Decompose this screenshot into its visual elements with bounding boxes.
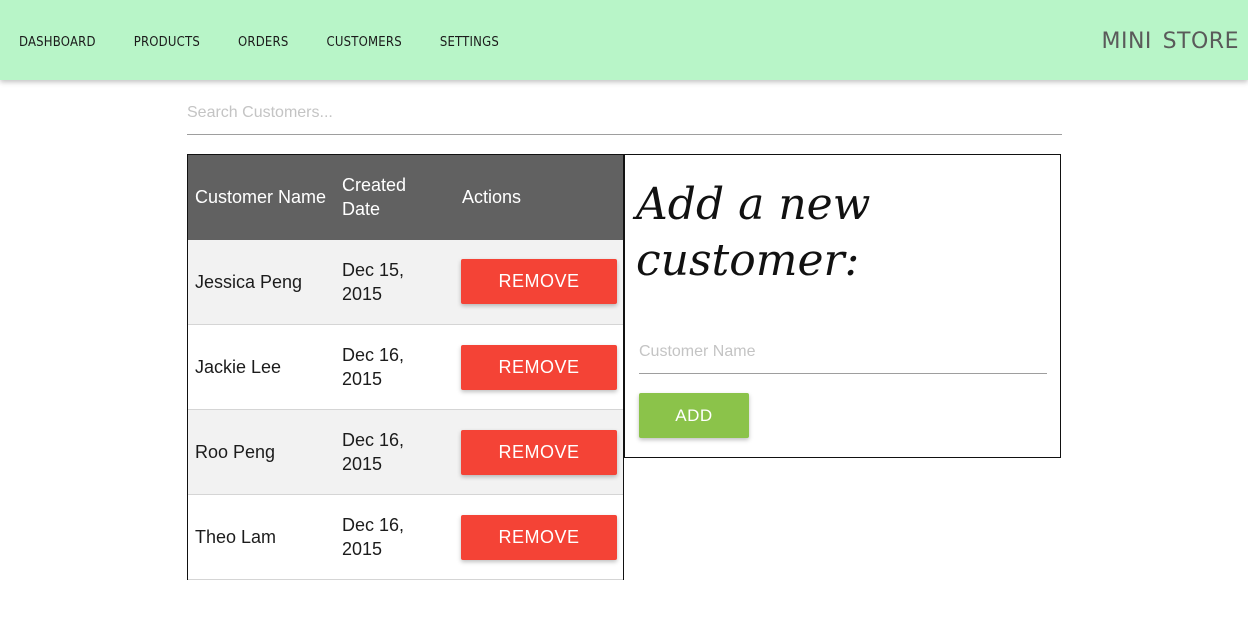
search-field [187,92,1062,135]
add-button[interactable]: ADD [639,393,749,438]
search-input[interactable] [187,92,1062,134]
remove-button[interactable]: REMOVE [461,429,617,475]
header-customer-name: Customer Name [195,187,327,208]
actions-cell: REMOVE [455,410,623,495]
add-customer-title: Add a new customer: [636,179,871,286]
created-date: Dec 16, 2015 [342,515,405,559]
customer-name-field [639,330,1047,374]
nav-orders[interactable]: Orders [238,29,288,51]
remove-button[interactable]: REMOVE [461,344,617,390]
customer-name-input[interactable] [639,330,1047,373]
table-row: Roo Peng Dec 16, 2015 REMOVE [188,409,623,495]
header-actions: Actions [462,187,522,208]
created-date: Dec 15, 2015 [342,259,405,304]
actions-cell: REMOVE [455,240,623,325]
nav-products[interactable]: Products [134,29,200,51]
nav-links: Dashboard Products Orders Customers Sett… [19,0,537,80]
header-created-date: Created Date [342,175,407,220]
customer-name: Roo Peng [195,442,276,462]
table-header-row: Customer Name Created Date Actions [188,154,623,240]
add-customer-panel: Add a new customer: ADD [624,154,1061,458]
remove-button[interactable]: REMOVE [461,259,617,305]
actions-cell: REMOVE [455,495,623,580]
brand-logo[interactable]: Mini Store [1102,18,1240,56]
table-row: Theo Lam Dec 16, 2015 REMOVE [188,494,623,580]
customer-name: Theo Lam [195,527,277,547]
nav-customers[interactable]: Customers [326,29,401,51]
table-row: Jessica Peng Dec 15, 2015 REMOVE [188,239,623,325]
table-row: Jackie Lee Dec 16, 2015 REMOVE [188,324,623,410]
top-navbar: Dashboard Products Orders Customers Sett… [0,0,1248,80]
created-date: Dec 16, 2015 [342,345,405,389]
actions-cell: REMOVE [455,325,623,410]
remove-button[interactable]: REMOVE [461,514,617,560]
customer-name: Jessica Peng [195,271,303,292]
nav-dashboard[interactable]: Dashboard [19,29,96,51]
created-date: Dec 16, 2015 [342,430,405,474]
nav-settings[interactable]: Settings [440,29,499,51]
customers-table-container: Customer Name Created Date Actions Jessi… [187,154,624,580]
customer-name: Jackie Lee [195,357,282,377]
customers-table: Customer Name Created Date Actions Jessi… [188,154,623,580]
